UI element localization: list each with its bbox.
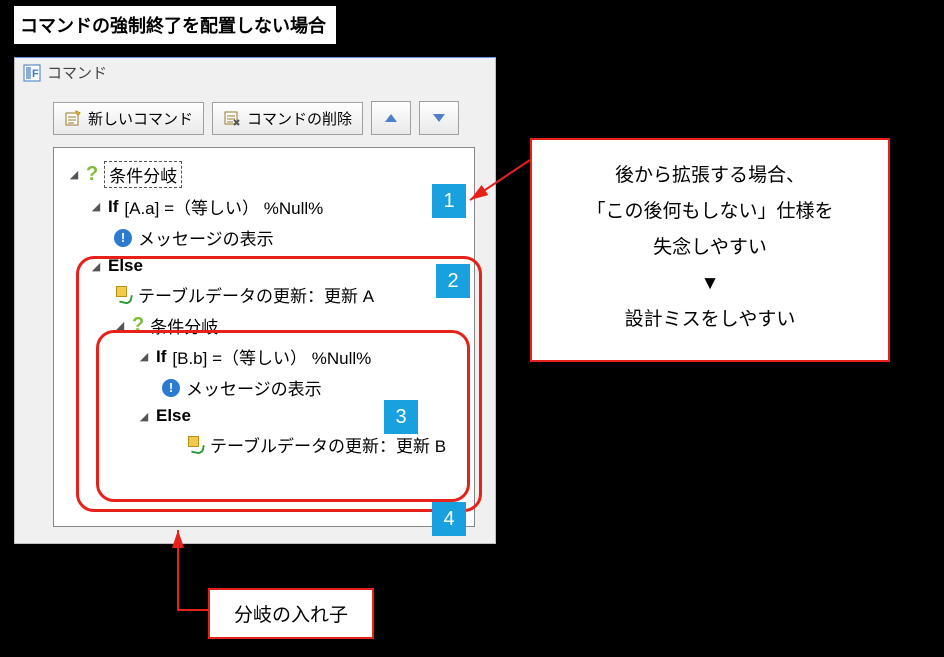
connector-nest <box>0 0 944 657</box>
